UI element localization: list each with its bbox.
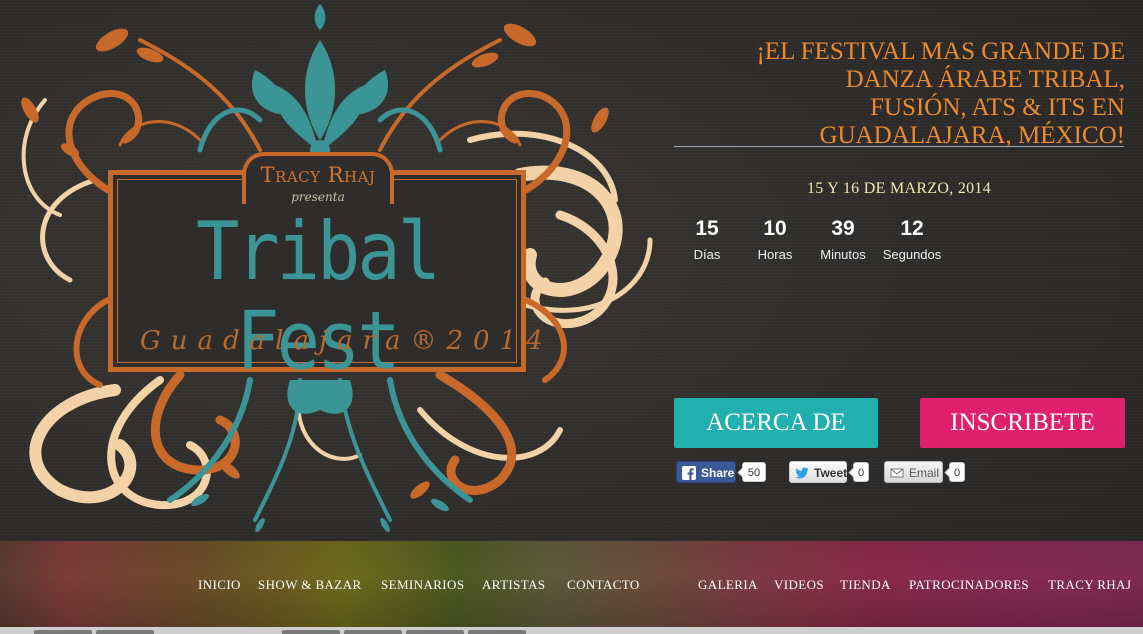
nav-item-videos[interactable]: VIDEOS: [774, 577, 824, 593]
countdown-value: 12: [900, 217, 924, 240]
countdown-label: Días: [693, 247, 721, 262]
twitter-tweet-button[interactable]: Tweet: [789, 461, 847, 483]
tagline-line: ¡EL FESTIVAL MAS GRANDE DE: [756, 38, 1125, 65]
bottom-tab[interactable]: [282, 630, 340, 634]
bottom-tab-strip: [0, 627, 1143, 634]
nav-item-show-bazar[interactable]: SHOW & BAZAR: [258, 577, 362, 593]
tagline-line: DANZA ÁRABE TRIBAL,: [845, 66, 1125, 93]
nav-item-contacto[interactable]: CONTACTO: [567, 577, 640, 593]
logo-title: Tribal Fest: [195, 203, 441, 388]
nav-item-tienda[interactable]: TIENDA: [840, 577, 891, 593]
logo-presenter: Tracy Rhaj: [260, 163, 376, 187]
tagline-divider: [674, 146, 1124, 147]
twitter-share-count: 0: [853, 462, 869, 482]
bottom-tab[interactable]: [344, 630, 402, 634]
signup-button[interactable]: INSCRIBETE: [920, 398, 1125, 448]
twitter-icon: [795, 467, 809, 479]
countdown-seconds: 12 Segundos: [878, 216, 946, 264]
nav-item-artistas[interactable]: ARTISTAS: [482, 577, 546, 593]
nav-item-seminarios[interactable]: SEMINARIOS: [381, 577, 464, 593]
countdown-minutes: 39 Minutos: [814, 216, 872, 264]
email-share-button[interactable]: Email: [884, 461, 943, 483]
event-date: 15 Y 16 DE MARZO, 2014: [806, 180, 992, 197]
bottom-tab[interactable]: [406, 630, 464, 634]
email-share-count: 0: [949, 462, 965, 482]
countdown-days: 15 Días: [684, 216, 730, 264]
twitter-tweet-label: Tweet: [814, 466, 848, 480]
festival-tagline: ¡EL FESTIVAL MAS GRANDE DE DANZA ÁRABE T…: [705, 38, 1125, 150]
facebook-share-button[interactable]: Share: [676, 461, 736, 483]
nav-item-tracy-rhaj[interactable]: TRACY RHAJ: [1048, 577, 1131, 593]
countdown-label: Minutos: [820, 247, 866, 262]
nav-item-galeria[interactable]: GALERIA: [698, 577, 758, 593]
countdown-hours: 10 Horas: [748, 216, 802, 264]
countdown-label: Segundos: [882, 247, 942, 262]
facebook-share-count: 50: [742, 462, 766, 482]
bottom-tab[interactable]: [96, 630, 154, 634]
logo-city: Guadalajara®2014: [140, 326, 553, 356]
bottom-tab[interactable]: [468, 630, 526, 634]
countdown-label: Horas: [757, 247, 793, 262]
nav-item-inicio[interactable]: INICIO: [198, 577, 241, 593]
facebook-icon: [682, 466, 696, 480]
countdown-value: 39: [831, 217, 855, 240]
countdown-value: 15: [695, 217, 719, 240]
nav-item-patrocinadores[interactable]: PATROCINADORES: [909, 577, 1029, 593]
tagline-line: FUSIÓN, ATS & ITS EN: [870, 94, 1125, 121]
about-button[interactable]: ACERCA DE: [674, 398, 878, 448]
bottom-tab[interactable]: [34, 630, 92, 634]
festival-logo[interactable]: Tracy Rhaj presenta Tribal Fest Guadalaj…: [0, 0, 660, 545]
email-icon: [890, 468, 904, 478]
email-share-label: Email: [909, 466, 940, 480]
countdown-value: 10: [763, 217, 787, 240]
facebook-share-label: Share: [701, 466, 735, 480]
logo-presenta: presenta: [291, 190, 345, 204]
